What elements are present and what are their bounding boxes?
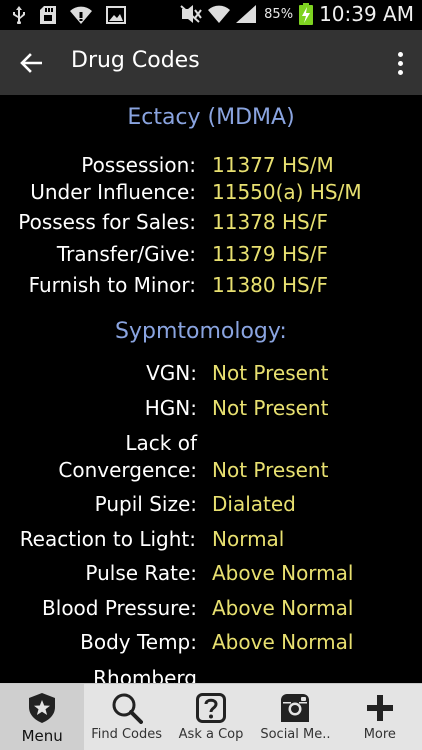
code-label: Possess for Sales: — [18, 210, 196, 234]
nav-menu[interactable]: Menu — [0, 684, 85, 750]
signal-icon — [236, 5, 257, 23]
image-icon — [106, 6, 126, 24]
code-row: Possession: 11377 HS/M — [0, 153, 422, 183]
arrow-left-icon — [20, 53, 42, 73]
code-label: Under Influence: — [30, 180, 196, 204]
nav-label: More — [363, 727, 396, 742]
more-vert-icon[interactable] — [390, 48, 410, 78]
sd-card-icon — [40, 6, 56, 24]
nav-more[interactable]: More — [338, 684, 422, 750]
status-bar: 85% 10:39 AM — [0, 0, 422, 30]
nav-label: Menu — [21, 727, 63, 745]
symptom-value: Normal — [212, 527, 285, 551]
code-value: 11379 HS/F — [212, 242, 328, 266]
symptom-label: Pupil Size: — [94, 492, 197, 516]
symptom-value: Above Normal — [212, 561, 354, 585]
notification-icons — [12, 6, 126, 24]
instagram-icon — [280, 692, 310, 724]
code-value: 11377 HS/M — [212, 153, 334, 177]
symptom-row: Blood Pressure: Above Normal — [0, 596, 422, 626]
back-button[interactable] — [14, 46, 48, 80]
symptom-value: Not Present — [212, 361, 329, 385]
symptom-label-line: Convergence: — [58, 458, 197, 482]
nav-label: Social Me.. — [260, 727, 331, 742]
drug-detail-content[interactable]: Ectacy (MDMA) Possession: 11377 HS/M Und… — [0, 95, 422, 685]
code-value: 11380 HS/F — [212, 273, 328, 297]
code-row: Under Influence: 11550(a) HS/M — [0, 180, 422, 210]
page-title: Drug Codes — [71, 48, 200, 73]
symptom-label: HGN: — [144, 396, 197, 420]
symptom-row: Pupil Size: Dialated — [0, 492, 422, 522]
symptom-value: Dialated — [212, 492, 296, 516]
code-label: Transfer/Give: — [56, 242, 196, 266]
symptom-label-line: Lack of — [125, 431, 197, 455]
symptom-value: Not Present — [212, 396, 329, 420]
symptom-row: Lack of Convergence: Not Present — [0, 430, 422, 486]
drug-title: Ectacy (MDMA) — [127, 105, 295, 130]
battery-charging-icon — [299, 3, 314, 25]
symptom-label: Reaction to Light: — [19, 527, 196, 551]
code-row: Furnish to Minor: 11380 HS/F — [0, 273, 422, 303]
symptoms-heading: Sypmtomology: — [115, 319, 287, 344]
usb-icon — [13, 6, 25, 24]
symptom-label: VGN: — [146, 361, 197, 385]
mute-icon — [180, 5, 202, 23]
bottom-navigation: Menu Find Codes Ask a Cop Social Me.. Mo… — [0, 683, 422, 750]
code-row: Possess for Sales: 11378 HS/F — [0, 210, 422, 240]
code-label: Furnish to Minor: — [28, 273, 196, 297]
symptom-value: Above Normal — [212, 596, 354, 620]
nav-ask-a-cop[interactable]: Ask a Cop — [169, 684, 253, 750]
nav-social-media[interactable]: Social Me.. — [253, 684, 337, 750]
symptom-row: VGN: Not Present — [0, 361, 422, 391]
code-label: Possession: — [81, 153, 196, 177]
symptom-row: Reaction to Light: Normal — [0, 527, 422, 557]
question-icon — [196, 692, 227, 724]
nav-label: Ask a Cop — [178, 727, 244, 742]
symptom-label: Lack of Convergence: — [58, 430, 197, 484]
app-toolbar: Drug Codes — [0, 30, 422, 95]
symptom-value: Above Normal — [212, 630, 354, 654]
battery-percent: 85% — [264, 6, 294, 22]
plus-icon — [366, 692, 394, 724]
search-icon — [111, 692, 143, 724]
symptom-row: Pulse Rate: Above Normal — [0, 561, 422, 591]
nav-label: Find Codes — [91, 727, 163, 742]
symptom-label: Body Temp: — [80, 630, 197, 654]
system-icons: 85% 10:39 AM — [180, 2, 414, 26]
symptom-row: Body Temp: Above Normal — [0, 630, 422, 660]
code-value: 11378 HS/F — [212, 210, 328, 234]
nav-find-codes[interactable]: Find Codes — [84, 684, 168, 750]
clock: 10:39 AM — [319, 2, 414, 26]
wifi-icon — [208, 5, 231, 23]
symptom-label: Pulse Rate: — [85, 561, 197, 585]
symptom-row: HGN: Not Present — [0, 396, 422, 426]
code-row: Transfer/Give: 11379 HS/F — [0, 242, 422, 272]
star-shield-icon — [27, 692, 57, 724]
symptom-value: Not Present — [212, 458, 329, 482]
symptom-label: Blood Pressure: — [42, 596, 197, 620]
wifi-alert-icon — [70, 6, 92, 24]
code-value: 11550(a) HS/M — [212, 180, 362, 204]
